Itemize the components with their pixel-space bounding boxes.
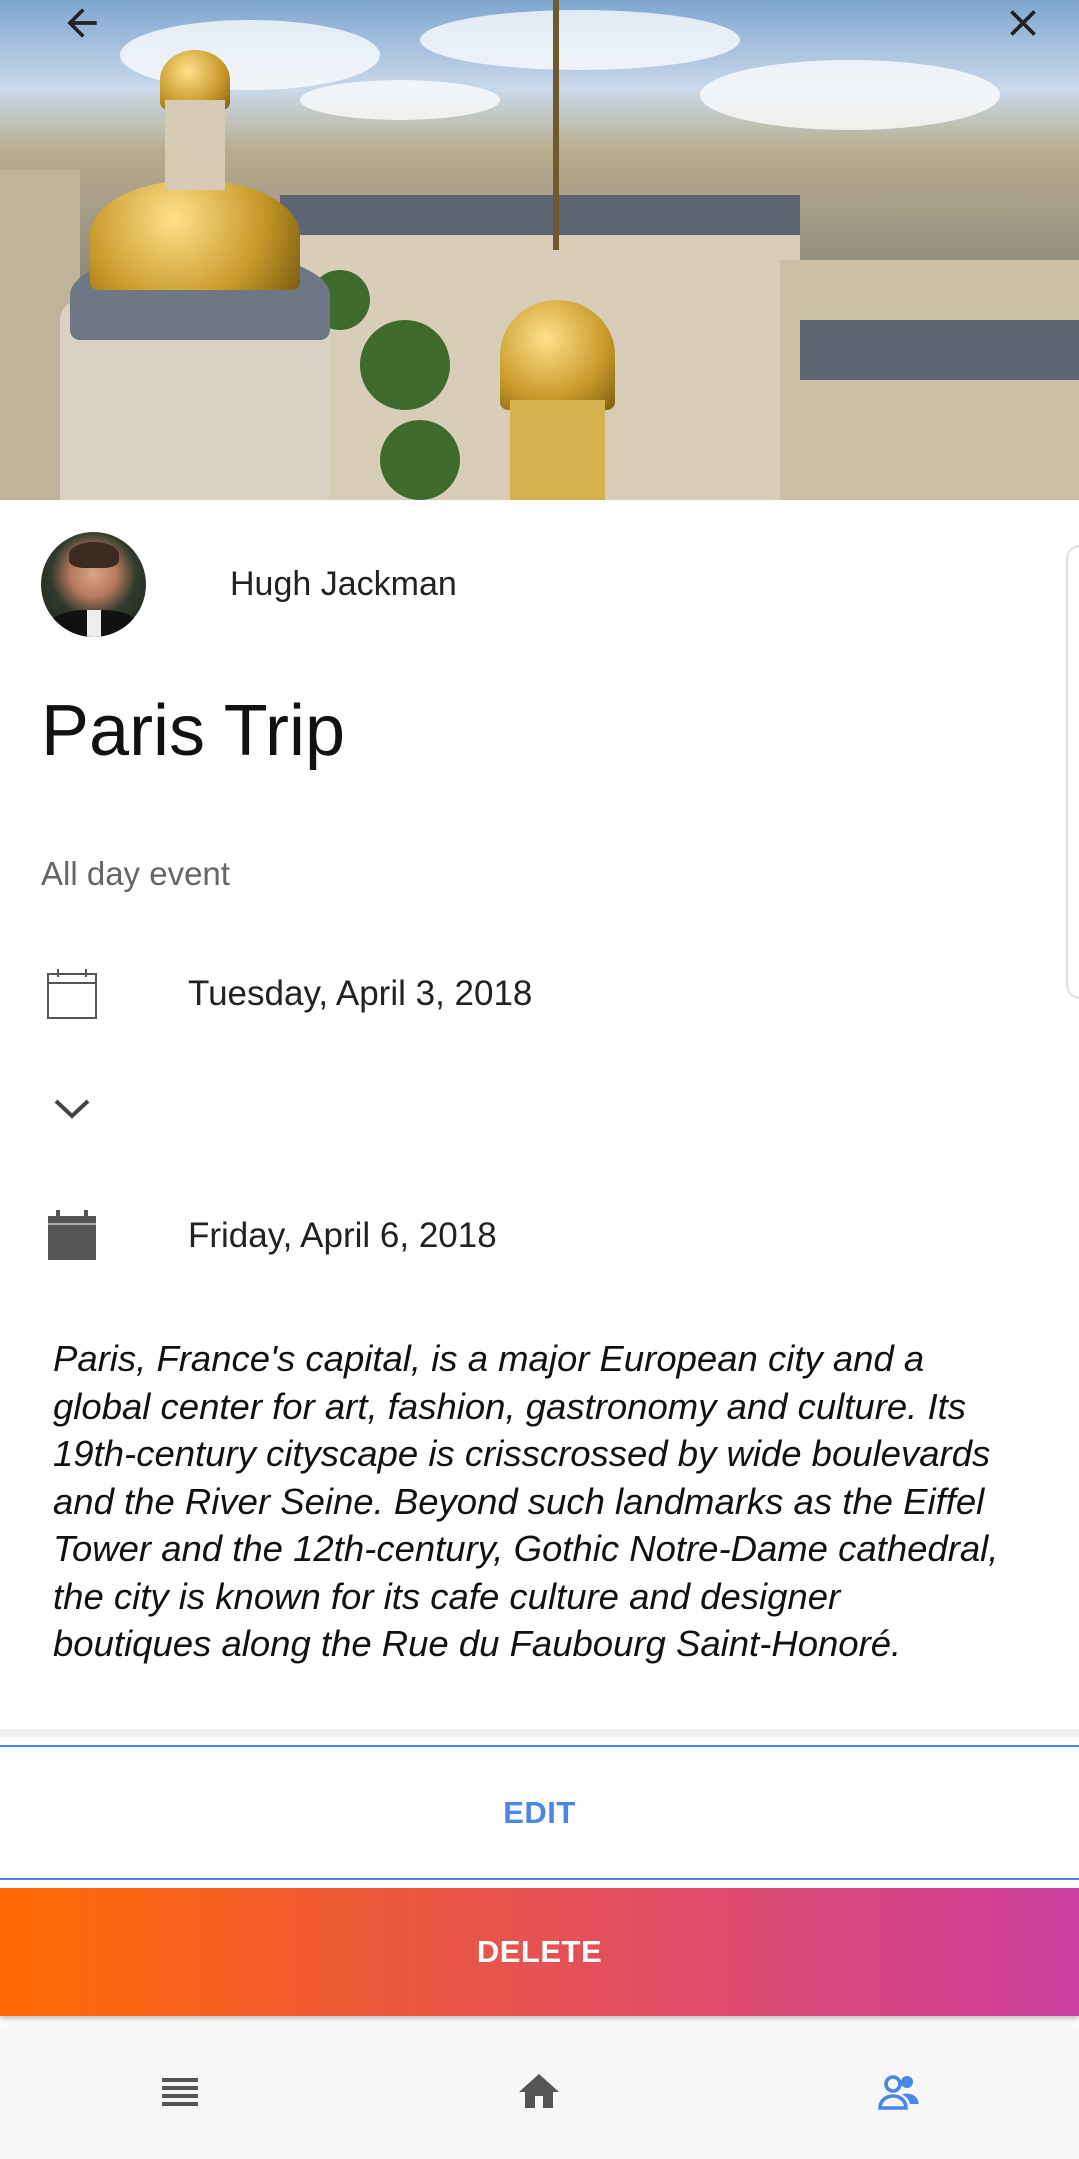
back-button[interactable] [42, 0, 122, 45]
bottom-navigation [0, 2025, 1079, 2159]
scroll-handle[interactable] [1066, 545, 1079, 999]
close-icon [1010, 9, 1036, 36]
delete-button[interactable]: DELETE [0, 1888, 1079, 2016]
all-day-label: All day event [41, 855, 230, 892]
end-date-row: Friday, April 6, 2018 [41, 1205, 497, 1267]
event-description: Paris, France's capital, is a major Euro… [53, 1338, 999, 1664]
author-name: Hugh Jackman [230, 565, 457, 603]
edit-button[interactable]: EDIT [0, 1745, 1079, 1880]
divider [0, 1729, 1079, 1737]
home-icon [519, 2074, 560, 2108]
avatar [41, 532, 146, 637]
event-title: Paris Trip [41, 691, 346, 771]
nav-people-button[interactable] [839, 2042, 959, 2142]
end-date: Friday, April 6, 2018 [188, 1216, 497, 1255]
nav-list-button[interactable] [120, 2042, 240, 2142]
start-date: Tuesday, April 3, 2018 [188, 974, 533, 1013]
calendar-outline-icon [41, 963, 103, 1025]
close-button[interactable] [983, 0, 1063, 45]
arrow-left-icon [67, 7, 97, 38]
nav-home-button[interactable] [479, 2042, 599, 2142]
people-icon [878, 2075, 919, 2110]
start-date-row: Tuesday, April 3, 2018 [41, 963, 532, 1025]
chevron-down-icon[interactable] [41, 1080, 103, 1136]
event-author: Hugh Jackman [41, 532, 457, 637]
list-icon [161, 2078, 198, 2106]
calendar-filled-icon [41, 1205, 103, 1267]
header-image [0, 0, 1079, 500]
